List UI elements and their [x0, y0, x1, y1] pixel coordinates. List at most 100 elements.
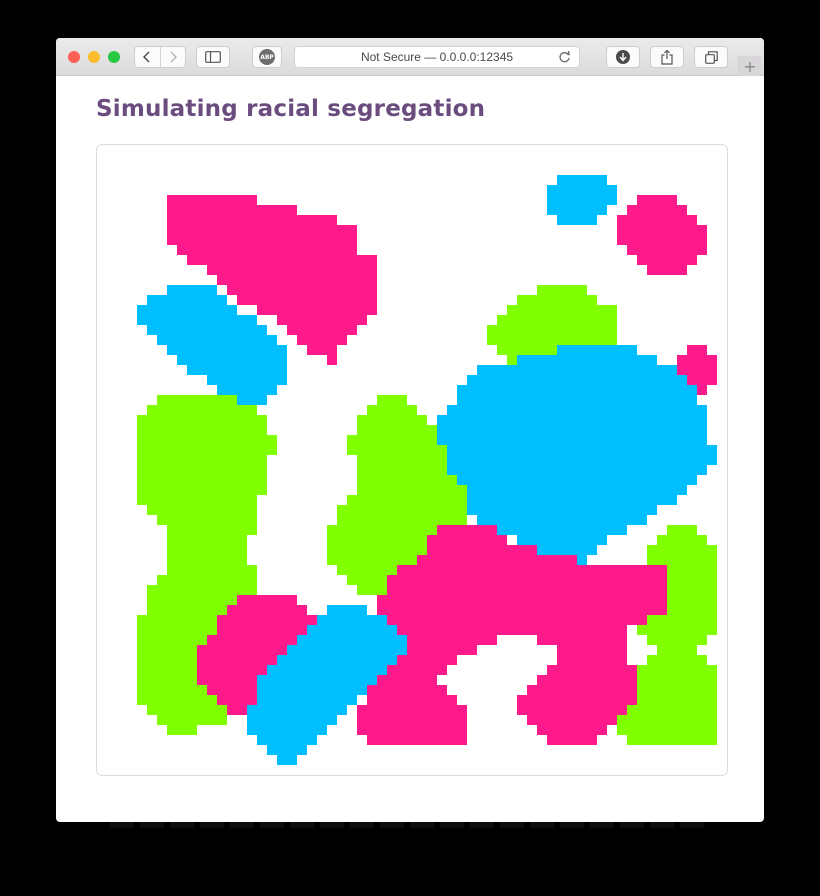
adblock-button[interactable]: ABP — [252, 46, 282, 68]
agent-row-pink — [517, 705, 627, 715]
close-light[interactable] — [68, 51, 80, 63]
agent-row-green — [487, 335, 617, 345]
agent-row-pink — [377, 615, 647, 625]
agent-row-green — [657, 645, 697, 655]
agent-row-pink — [167, 235, 357, 245]
agent-row-green — [617, 725, 717, 735]
agent-row-green — [157, 715, 227, 725]
address-bar[interactable]: Not Secure — 0.0.0.0:12345 — [294, 46, 580, 68]
agent-row-green — [487, 325, 617, 335]
agent-row-blue — [457, 385, 697, 395]
agent-row-pink — [627, 245, 707, 255]
agent-row-pink — [387, 575, 667, 585]
agent-row-green — [637, 615, 717, 625]
new-tab-button[interactable]: + — [738, 56, 761, 76]
agent-row-blue — [257, 695, 357, 705]
agent-row-green — [167, 525, 257, 535]
agent-row-pink — [357, 725, 467, 735]
minimize-light[interactable] — [88, 51, 100, 63]
agent-row-green — [377, 395, 407, 405]
agent-row-blue — [547, 205, 607, 215]
agent-row-blue — [267, 745, 307, 755]
agent-row-blue — [167, 285, 217, 295]
agent-row-green — [347, 445, 447, 455]
agent-row-green — [357, 425, 437, 435]
agent-row-pink — [427, 545, 537, 555]
sidebar-button[interactable] — [196, 46, 230, 68]
agent-row-pink — [237, 595, 297, 605]
agent-row-green — [637, 665, 717, 675]
agent-row-green — [347, 435, 437, 445]
agent-row-green — [137, 455, 267, 465]
agent-row-pink — [327, 355, 337, 365]
agent-row-pink — [647, 265, 687, 275]
agent-row-pink — [167, 225, 357, 235]
agent-row-blue — [147, 295, 227, 305]
download-button[interactable] — [606, 46, 640, 68]
agent-row-blue — [297, 635, 407, 645]
agent-row-green — [627, 735, 717, 745]
share-icon — [661, 49, 673, 65]
adblock-icon: ABP — [259, 49, 275, 65]
chevron-right-icon — [170, 51, 177, 63]
back-button[interactable] — [135, 47, 160, 67]
agent-row-pink — [617, 235, 707, 245]
agent-row-green — [137, 465, 267, 475]
agent-row-green — [517, 295, 597, 305]
agent-row-blue — [537, 545, 597, 555]
agent-row-blue — [277, 755, 297, 765]
agent-row-blue — [257, 735, 317, 745]
agent-row-green — [537, 285, 587, 295]
agent-row-pink — [207, 265, 377, 275]
agent-row-blue — [267, 665, 387, 675]
agent-row-blue — [167, 345, 287, 355]
agent-row-blue — [287, 645, 407, 655]
agent-row-pink — [357, 715, 467, 725]
agent-row-pink — [287, 325, 357, 335]
agent-row-pink — [367, 685, 447, 695]
agent-row-blue — [517, 355, 657, 365]
agent-row-green — [137, 495, 257, 505]
agent-row-pink — [307, 345, 337, 355]
agent-row-pink — [227, 285, 377, 295]
agent-row-blue — [517, 535, 607, 545]
simulation-grid — [137, 175, 717, 765]
agent-row-blue — [477, 365, 677, 375]
agent-row-blue — [137, 315, 257, 325]
maximize-light[interactable] — [108, 51, 120, 63]
tabs-overview-button[interactable] — [694, 46, 728, 68]
agent-row-pink — [417, 555, 577, 565]
agent-row-pink — [377, 595, 667, 605]
agent-row-green — [507, 305, 617, 315]
nav-buttons — [134, 46, 186, 68]
agent-row-blue — [247, 715, 337, 725]
agent-row-pink — [297, 335, 347, 345]
agent-row-green — [347, 495, 467, 505]
browser-toolbar: ABP Not Secure — 0.0.0.0:12345 + — [56, 38, 764, 76]
agent-row-blue — [257, 685, 367, 695]
agent-row-pink — [217, 615, 317, 625]
agent-row-green — [137, 445, 277, 455]
share-button[interactable] — [650, 46, 684, 68]
agent-row-pink — [177, 245, 357, 255]
agent-row-blue — [547, 185, 617, 195]
agent-row-blue — [427, 465, 707, 475]
window-shadow — [110, 822, 710, 828]
agent-row-blue — [427, 435, 707, 445]
agent-row-pink — [227, 705, 247, 715]
agent-row-blue — [177, 355, 287, 365]
reload-icon[interactable] — [558, 50, 571, 67]
agent-row-green — [647, 555, 717, 565]
agent-row-green — [137, 425, 267, 435]
agent-row-green — [357, 475, 457, 485]
agent-row-green — [137, 475, 267, 485]
agent-row-pink — [617, 225, 707, 235]
tabs-overview-icon — [704, 50, 718, 64]
agent-row-green — [137, 435, 277, 445]
agent-row-green — [137, 415, 267, 425]
agent-row-green — [167, 545, 247, 555]
agent-row-pink — [167, 215, 337, 225]
forward-button[interactable] — [159, 47, 186, 67]
agent-row-pink — [627, 205, 687, 215]
agent-row-pink — [377, 605, 667, 615]
